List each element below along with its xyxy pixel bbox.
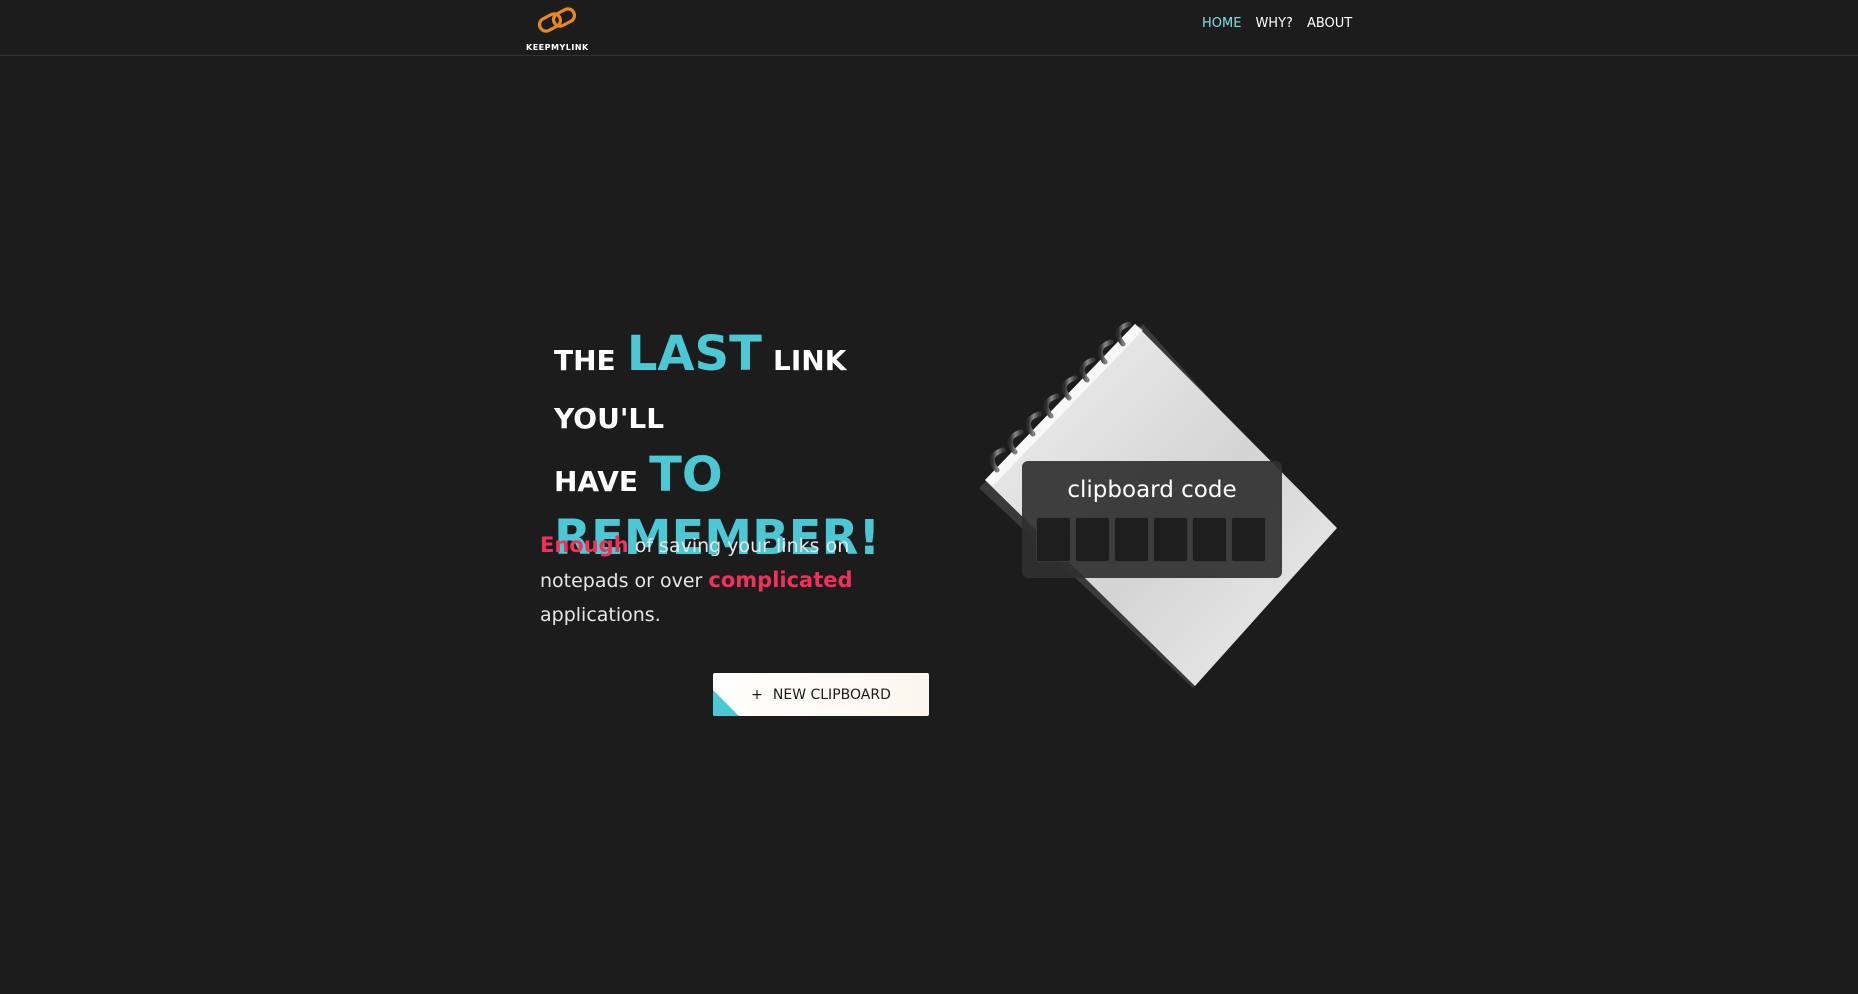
hero-title-word: THE <box>554 344 616 377</box>
nav-about-link[interactable]: ABOUT <box>1307 16 1352 31</box>
hero-title-highlight: LAST <box>626 326 762 382</box>
hero-title-word: HAVE <box>554 465 638 498</box>
new-clipboard-button[interactable]: + NEW CLIPBOARD <box>713 673 929 716</box>
logo[interactable]: KEEPMYLINK <box>526 2 588 54</box>
code-digit-input[interactable] <box>1075 517 1110 562</box>
chain-link-icon <box>537 7 577 33</box>
subtext-highlight: complicated <box>708 568 853 592</box>
button-corner-accent <box>713 690 739 716</box>
code-digit-input[interactable] <box>1114 517 1149 562</box>
code-input-group <box>1036 517 1266 562</box>
code-digit-input[interactable] <box>1192 517 1227 562</box>
subtext-text: applications. <box>540 604 661 626</box>
plus-icon: + <box>751 686 763 703</box>
new-clipboard-label: NEW CLIPBOARD <box>772 686 891 703</box>
navbar: KEEPMYLINK HOME WHY? ABOUT <box>0 0 1858 56</box>
nav-why-link[interactable]: WHY? <box>1255 16 1292 31</box>
hero-subtext: Enough of saving your links on notepads … <box>540 528 880 632</box>
clipboard-code-title: clipboard code <box>1067 477 1237 503</box>
code-digit-input[interactable] <box>1153 517 1188 562</box>
nav-home-link[interactable]: HOME <box>1202 16 1241 31</box>
logo-text: KEEPMYLINK <box>526 43 589 52</box>
subtext-highlight: Enough <box>540 533 629 557</box>
hero-title-highlight: TO <box>649 447 723 503</box>
code-digit-input[interactable] <box>1231 517 1266 562</box>
code-digit-input[interactable] <box>1036 517 1071 562</box>
nav-links: HOME WHY? ABOUT <box>1202 16 1352 31</box>
clipboard-code-panel: clipboard code <box>1022 461 1282 578</box>
